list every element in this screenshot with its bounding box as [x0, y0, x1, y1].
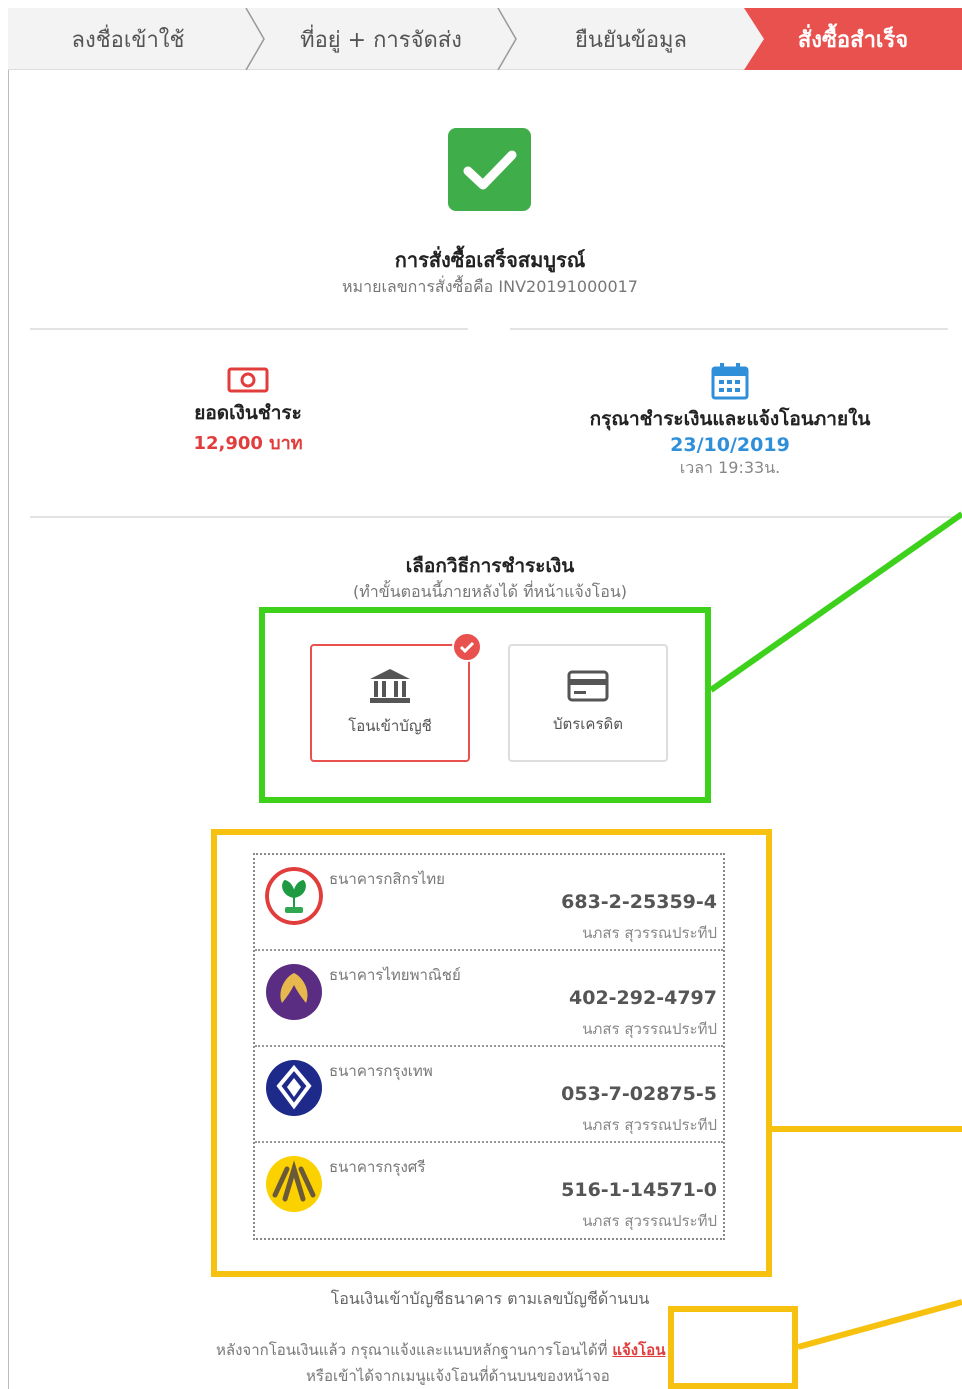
- step-confirm: ยืนยันข้อมูล: [574, 27, 688, 53]
- selected-check-icon: [452, 632, 482, 662]
- menu-note: หรือเข้าได้จากเมนูแจ้งโอนที่ด้านบนของหน้…: [306, 1367, 610, 1385]
- step-separator: [497, 8, 517, 70]
- scb-logo-icon: [266, 964, 322, 1020]
- step-login: ลงชื่อเข้าใช้: [71, 27, 185, 53]
- deadline-time: เวลา 19:33น.: [679, 458, 781, 477]
- step-address-shipping: ที่อยู่ + การจัดส่ง: [300, 27, 462, 53]
- highlight-box: [668, 1306, 798, 1389]
- calendar-icon: [711, 363, 749, 400]
- transfer-note: โอนเงินเข้าบัญชีธนาคาร ตามเลขบัญชีด้านบน: [330, 1289, 650, 1308]
- account-holder: นภสร สุวรรณประทีป: [582, 1020, 717, 1038]
- credit-card-option[interactable]: บัตรเครดิต: [508, 644, 668, 762]
- credit-card-icon: [567, 670, 609, 702]
- credit-card-label: บัตรเครดิต: [552, 715, 624, 733]
- bank-account-list: ธนาคารกสิกรไทย 683-2-25359-4 นภสร สุวรรณ…: [253, 853, 725, 1240]
- account-holder: นภสร สุวรรณประทีป: [582, 1212, 717, 1230]
- notify-transfer-link[interactable]: แจ้งโอน: [612, 1341, 665, 1359]
- money-icon: [227, 367, 269, 393]
- order-number: หมายเลขการสั่งซื้อคือ INV20191000017: [342, 277, 638, 296]
- divider: [30, 516, 962, 518]
- bank-name: ธนาคารกรุงเทพ: [329, 1062, 433, 1080]
- deadline-section: กรุณาชำระเงินและแจ้งโอนภายใน 23/10/2019 …: [560, 362, 900, 481]
- order-complete-title: การสั่งซื้อเสร็จสมบูรณ์: [394, 248, 586, 272]
- account-number: 402-292-4797: [569, 987, 717, 1009]
- bank-row: ธนาคารกรุงศรี 516-1-14571-0 นภสร สุวรรณป…: [255, 1143, 723, 1239]
- amount-section: ยอดเงินชำระ 12,900 บาท: [148, 366, 348, 457]
- bank-name: ธนาคารกสิกรไทย: [329, 870, 445, 888]
- bank-name: ธนาคารกรุงศรี: [329, 1158, 426, 1176]
- checkout-stepper: ลงชื่อเข้าใช้ ที่อยู่ + การจัดส่ง ยืนยัน…: [8, 8, 962, 70]
- bank-row: ธนาคารกรุงเทพ 053-7-02875-5 นภสร สุวรรณป…: [255, 1047, 723, 1143]
- kasikorn-logo-icon: [265, 867, 323, 925]
- bank-transfer-option[interactable]: โอนเข้าบัญชี: [310, 632, 482, 762]
- payment-method-subtitle: (ทำขั้นตอนนี้ภายหลังได้ ที่หน้าแจ้งโอน): [352, 582, 627, 601]
- amount-value: 12,900 บาท: [193, 433, 303, 454]
- bangkok-bank-logo-icon: [266, 1060, 322, 1116]
- divider: [30, 328, 468, 330]
- deadline-label: กรุณาชำระเงินและแจ้งโอนภายใน: [589, 408, 871, 430]
- after-transfer-text: หลังจากโอนเงินแล้ว กรุณาแจ้งและแนบหลักฐา…: [216, 1341, 608, 1359]
- bank-icon: [370, 669, 410, 703]
- step-separator: [245, 8, 265, 70]
- account-holder: นภสร สุวรรณประทีป: [582, 1116, 717, 1134]
- bank-row: ธนาคารกสิกรไทย 683-2-25359-4 นภสร สุวรรณ…: [255, 855, 723, 951]
- bank-name: ธนาคารไทยพาณิชย์: [329, 966, 461, 984]
- deadline-date: 23/10/2019: [670, 434, 790, 456]
- account-holder: นภสร สุวรรณประทีป: [582, 924, 717, 942]
- check-icon: [448, 128, 531, 211]
- bank-row: ธนาคารไทยพาณิชย์ 402-292-4797 นภสร สุวรร…: [255, 951, 723, 1047]
- after-transfer-note: หลังจากโอนเงินแล้ว กรุณาแจ้งและแนบหลักฐา…: [216, 1338, 665, 1362]
- account-number: 683-2-25359-4: [561, 891, 717, 913]
- divider: [510, 328, 948, 330]
- payment-method-title: เลือกวิธีการชำระเงิน: [405, 555, 575, 577]
- bank-transfer-label: โอนเข้าบัญชี: [348, 717, 432, 735]
- amount-label: ยอดเงินชำระ: [194, 402, 302, 424]
- step-order-success: สั่งซื้อสำเร็จ: [744, 8, 962, 70]
- account-number: 053-7-02875-5: [561, 1083, 717, 1105]
- krungsri-logo-icon: [266, 1156, 322, 1212]
- account-number: 516-1-14571-0: [561, 1179, 717, 1201]
